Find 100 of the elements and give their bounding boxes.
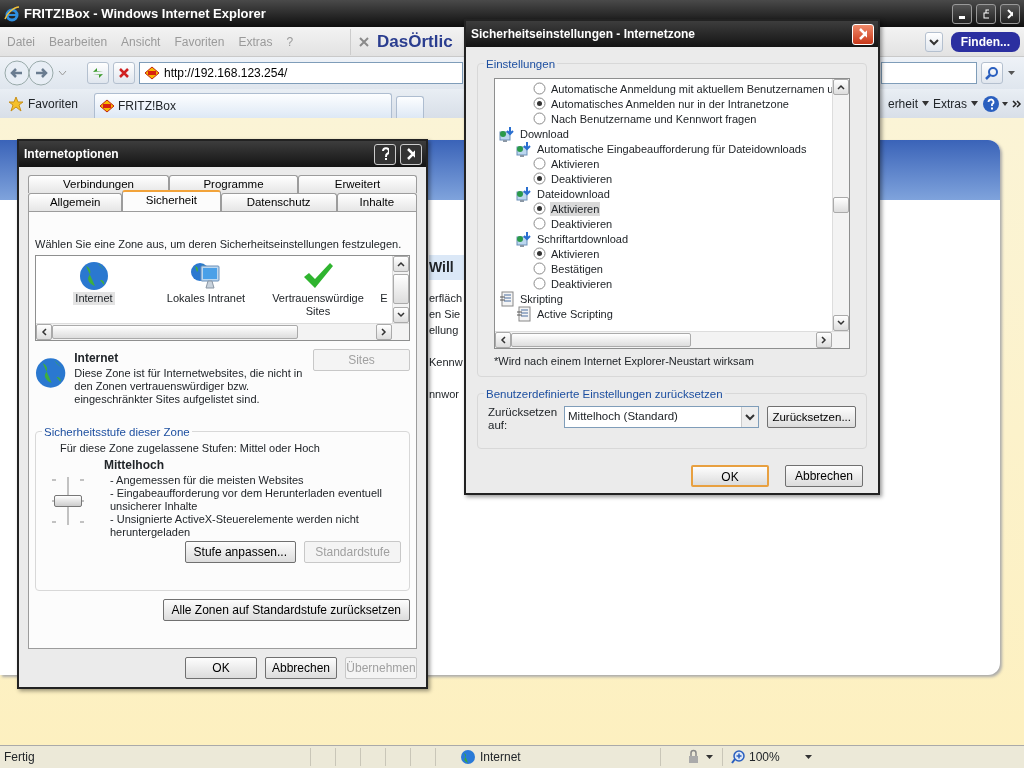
level-button[interactable]: Stufe anpassen... (184, 541, 296, 563)
zone-item[interactable]: Vertrauenswürdige Sites (268, 291, 368, 318)
caret-icon[interactable] (705, 754, 714, 760)
radio-button[interactable] (533, 202, 546, 215)
radio-button[interactable] (533, 217, 546, 230)
allowed-levels-text: Für diese Zone zugelassene Stufen: Mittel oder Hoch (59, 440, 321, 456)
search-button[interactable] (981, 62, 1003, 84)
dialog-tab[interactable]: Programme (169, 175, 298, 193)
dropdown-button[interactable] (924, 31, 943, 52)
chevron-icon[interactable] (1012, 99, 1022, 108)
refresh-button[interactable] (87, 62, 109, 84)
radio-button[interactable] (533, 277, 546, 290)
option-label[interactable]: Deaktivieren (550, 216, 614, 231)
site-icon (99, 99, 116, 113)
caret-icon (745, 412, 756, 421)
zone-item[interactable]: Internet (73, 291, 115, 305)
horizontal-scrollbar[interactable] (495, 331, 849, 348)
download-icon (516, 140, 532, 157)
chevron-left-icon (41, 327, 47, 336)
option-label[interactable]: Deaktivieren (550, 276, 614, 291)
command-button[interactable]: Extras (933, 94, 978, 113)
reset-all-zones-button[interactable]: Alle Zonen auf Standardstufe zurücksetzen (162, 598, 410, 621)
back-button-icon[interactable] (4, 60, 30, 86)
horizontal-scrollbar[interactable] (36, 322, 409, 340)
zone-item[interactable]: E (378, 291, 390, 305)
radio-button[interactable] (533, 97, 546, 110)
dialog-button[interactable]: Abbrechen (265, 657, 337, 679)
vertical-scrollbar[interactable] (832, 79, 849, 331)
minimize-button[interactable] (952, 3, 972, 24)
scrollbar-thumb[interactable] (833, 197, 849, 213)
help-icon (381, 147, 389, 161)
forward-button-icon[interactable] (28, 60, 54, 86)
reset-label: Zurücksetzen auf: (488, 405, 556, 432)
level-detail: - Angemessen für die meisten Websites (109, 474, 305, 487)
option-label[interactable]: Aktivieren (550, 156, 601, 171)
chevron-down-icon (397, 311, 405, 318)
address-field[interactable]: http://192.168.123.254/ (139, 62, 463, 84)
scrollbar-thumb[interactable] (511, 333, 691, 347)
vertical-scrollbar[interactable] (392, 255, 409, 323)
caret-icon (922, 101, 929, 106)
script-icon (516, 305, 532, 322)
radio-button[interactable] (533, 157, 546, 170)
caret-icon[interactable] (803, 754, 813, 760)
dialog-button[interactable]: OK (691, 464, 769, 487)
scrollbar-thumb[interactable] (52, 324, 298, 339)
option-label[interactable]: Aktivieren (550, 246, 601, 261)
dialog-tab[interactable]: Sicherheit (122, 190, 221, 211)
option-label[interactable]: Deaktivieren (550, 171, 614, 186)
zoom-level[interactable]: 100% (749, 748, 780, 766)
chevron-down-icon (837, 320, 845, 326)
scrollbar-thumb[interactable] (393, 274, 409, 304)
stop-button[interactable] (113, 62, 135, 84)
browser-tab[interactable]: FRITZ!Box (94, 93, 393, 118)
level-detail: - Unsignierte ActiveX-Steuerelemente werden nicht heruntergeladen (109, 513, 360, 539)
caret-icon (928, 37, 939, 46)
dialog-button[interactable]: Abbrechen (785, 464, 863, 487)
dialog-title: Sicherheitseinstellungen - Internetzone (471, 26, 696, 43)
chevron-left-icon (500, 336, 506, 344)
help-button[interactable] (374, 143, 396, 165)
zone-description: Diese Zone ist für Internetwebsites, die nicht in den Zonen vertrauenswürdiger bzw. eingeschränkter Sites aufgelistet sind. (74, 366, 304, 406)
toolbar-logo: DasÖrtlic (377, 30, 453, 53)
radio-button[interactable] (533, 82, 546, 95)
settings-list[interactable] (494, 78, 850, 349)
help-icon[interactable] (982, 94, 1008, 113)
setting-label: Skripting (519, 291, 564, 306)
caret-icon[interactable] (1007, 70, 1016, 76)
search-field[interactable] (881, 62, 977, 84)
favorites-button[interactable]: Favoriten (28, 94, 79, 113)
command-button[interactable]: erheit (887, 94, 929, 113)
app-logo-icon (4, 5, 20, 22)
option-label[interactable]: Aktivieren (550, 201, 601, 216)
zoom-icon[interactable] (731, 750, 745, 764)
option-label[interactable]: Automatisches Anmelden nur in der Intranetzone (550, 96, 790, 111)
radio-button[interactable] (533, 172, 546, 185)
level-select[interactable]: Mittelhoch (Standard) (564, 405, 760, 428)
radio-button[interactable] (533, 247, 546, 260)
caret-icon (971, 101, 978, 106)
download-icon (516, 185, 532, 202)
dialog-tab[interactable]: Verbindungen (28, 175, 169, 193)
chevron-right-icon (381, 327, 387, 336)
site-icon (144, 66, 160, 80)
dialog-tab[interactable]: Datenschutz (220, 193, 337, 211)
star-icon (8, 95, 24, 112)
dialog-tab[interactable]: Erweitert (298, 175, 417, 193)
dialog-tab[interactable]: Allgemein (28, 193, 123, 211)
window-title: FRITZ!Box - Windows Internet Explorer (24, 4, 266, 23)
setting-label: Schriftartdownload (536, 231, 630, 246)
zone-list[interactable]: Internet Lokales Intranet Vertrauenswürdige Sites E (35, 254, 410, 341)
option-label[interactable]: Automatische Anmeldung mit aktuellem Benutzernamen u (550, 81, 832, 96)
option-label[interactable]: Bestätigen (550, 261, 604, 276)
zone-item[interactable]: Lokales Intranet (164, 291, 248, 305)
instruction-text: Wählen Sie eine Zone aus, um deren Sicherheitseinstellungen festzulegen. (35, 237, 403, 252)
slider-thumb[interactable] (54, 495, 82, 507)
find-button[interactable]: Finden... (950, 31, 1020, 52)
reset-button[interactable]: Zurücksetzen... (767, 405, 856, 428)
option-label[interactable]: Nach Benutzername und Kennwort fragen (550, 111, 758, 126)
radio-button[interactable] (533, 112, 546, 125)
dialog-tab[interactable]: Inhalte (336, 193, 417, 211)
radio-button[interactable] (533, 262, 546, 275)
dialog-button[interactable]: OK (185, 657, 257, 679)
